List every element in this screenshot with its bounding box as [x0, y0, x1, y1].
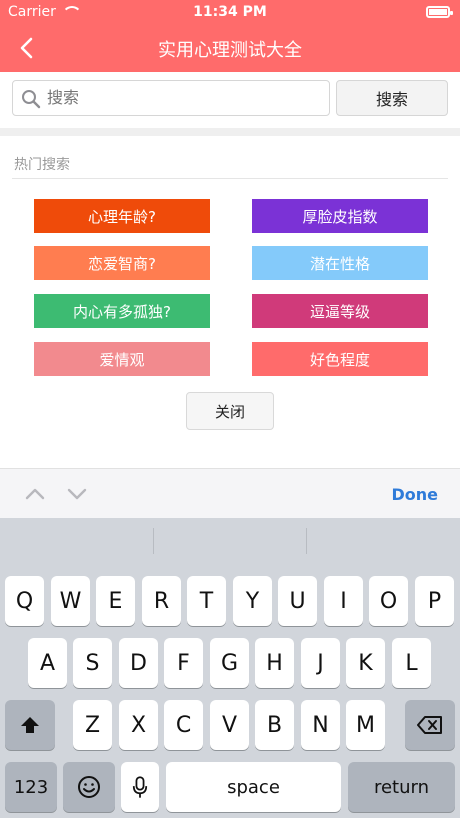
emoji-icon	[78, 776, 100, 798]
key-f[interactable]: F	[164, 638, 203, 688]
hot-tag-funny-level[interactable]: 逗逼等级	[252, 294, 428, 328]
key-r[interactable]: R	[142, 576, 181, 626]
shift-icon	[21, 717, 39, 733]
search-bar: 搜索	[0, 72, 460, 128]
navigation-bar: 实用心理测试大全	[0, 24, 460, 72]
key-g[interactable]: G	[210, 638, 249, 688]
next-field-button[interactable]	[66, 483, 88, 505]
hot-search-panel: 热门搜索 心理年龄? 厚脸皮指数 恋爱智商? 潜在性格 内心有多孤独? 逗逼等级…	[0, 136, 460, 454]
space-key[interactable]: space	[166, 762, 341, 812]
previous-field-button[interactable]	[24, 483, 46, 505]
key-v[interactable]: V	[210, 700, 249, 750]
key-w[interactable]: W	[51, 576, 90, 626]
key-j[interactable]: J	[301, 638, 340, 688]
predictive-divider	[306, 528, 307, 554]
numbers-key[interactable]: 123	[5, 762, 57, 812]
search-button[interactable]: 搜索	[336, 80, 448, 116]
chevron-down-icon	[67, 488, 87, 500]
key-i[interactable]: I	[324, 576, 363, 626]
chevron-up-icon	[25, 488, 45, 500]
hot-search-title: 热门搜索	[14, 157, 70, 173]
key-c[interactable]: C	[164, 700, 203, 750]
key-o[interactable]: O	[369, 576, 408, 626]
page-title: 实用心理测试大全	[158, 40, 302, 61]
status-bar: Carrier 11:34 PM	[0, 0, 460, 24]
key-h[interactable]: H	[255, 638, 294, 688]
hot-tag-love-view[interactable]: 爱情观	[34, 342, 210, 376]
battery-icon	[426, 6, 453, 18]
emoji-key[interactable]	[63, 762, 115, 812]
microphone-icon	[132, 776, 148, 798]
key-k[interactable]: K	[346, 638, 385, 688]
delete-key[interactable]	[405, 700, 455, 750]
predictive-bar	[0, 518, 460, 566]
backspace-icon	[417, 716, 442, 734]
key-p[interactable]: P	[415, 576, 454, 626]
key-e[interactable]: E	[96, 576, 135, 626]
dictation-key[interactable]	[121, 762, 159, 812]
hot-tag-thick-skin[interactable]: 厚脸皮指数	[252, 199, 428, 233]
hot-tag-psych-age[interactable]: 心理年龄?	[34, 199, 210, 233]
key-z[interactable]: Z	[73, 700, 112, 750]
key-m[interactable]: M	[346, 700, 385, 750]
key-t[interactable]: T	[187, 576, 226, 626]
hot-tag-love-iq[interactable]: 恋爱智商?	[34, 246, 210, 280]
hot-tag-latent-personality[interactable]: 潜在性格	[252, 246, 428, 280]
hot-tag-lust-level[interactable]: 好色程度	[252, 342, 428, 376]
panel-divider	[12, 178, 448, 179]
shift-key[interactable]	[5, 700, 55, 750]
key-a[interactable]: A	[28, 638, 67, 688]
key-q[interactable]: Q	[5, 576, 44, 626]
section-divider	[0, 128, 460, 136]
key-y[interactable]: Y	[233, 576, 272, 626]
done-button[interactable]: Done	[391, 485, 438, 504]
key-d[interactable]: D	[119, 638, 158, 688]
status-time: 11:34 PM	[193, 4, 267, 20]
keyboard-accessory-bar: Done	[0, 468, 460, 518]
search-icon	[22, 90, 41, 109]
hot-tag-loneliness[interactable]: 内心有多孤独?	[34, 294, 210, 328]
predictive-divider	[153, 528, 154, 554]
key-s[interactable]: S	[73, 638, 112, 688]
return-key[interactable]: return	[348, 762, 455, 812]
key-x[interactable]: X	[119, 700, 158, 750]
close-button[interactable]: 关闭	[186, 392, 274, 430]
key-u[interactable]: U	[278, 576, 317, 626]
key-l[interactable]: L	[392, 638, 431, 688]
search-field[interactable]	[12, 80, 330, 116]
key-n[interactable]: N	[301, 700, 340, 750]
keyboard: Q W E R T Y U I O P A S D F G H J K L Z …	[0, 518, 460, 818]
search-input[interactable]	[47, 87, 317, 111]
key-b[interactable]: B	[255, 700, 294, 750]
